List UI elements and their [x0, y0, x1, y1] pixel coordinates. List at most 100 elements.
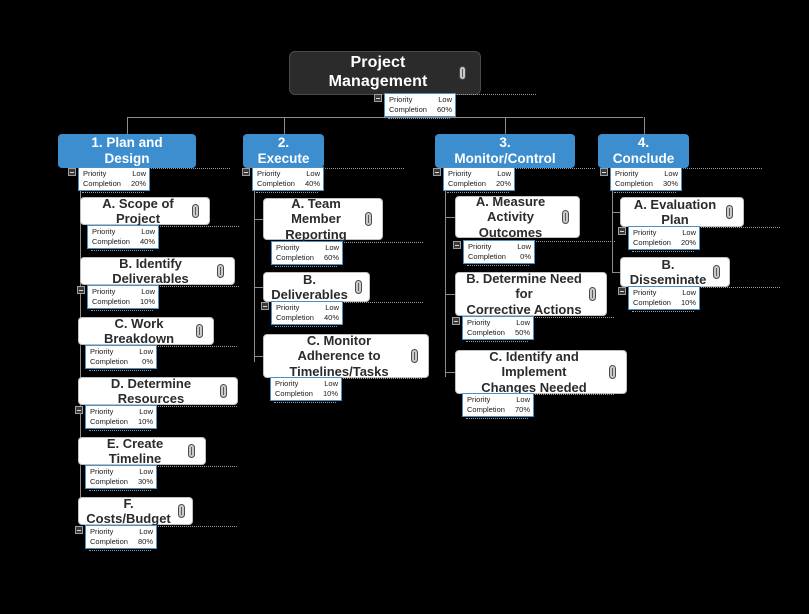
- b4-b-label: B. Disseminate: [629, 256, 707, 287]
- b1-b-meta[interactable]: Priority Low Completion 10%: [87, 285, 159, 309]
- b4-a-meta[interactable]: Priority Low Completion 20%: [628, 226, 700, 250]
- branch-4-collapse-toggle[interactable]: [600, 168, 608, 176]
- b1-a[interactable]: A. Scope of Project: [80, 196, 210, 226]
- b1-e-meta[interactable]: Priority Low Completion 30%: [85, 465, 157, 489]
- priority-value: Low: [132, 169, 146, 178]
- completion-label: Completion: [467, 328, 505, 337]
- branch-4-meta[interactable]: Priority Low Completion 30%: [610, 167, 682, 191]
- b4-b-meta-dots-bottom: [632, 311, 694, 312]
- b3-a-meta[interactable]: Priority Low Completion 0%: [463, 240, 535, 264]
- b2-b[interactable]: B. Deliverables: [263, 272, 370, 302]
- b1-c[interactable]: C. Work Breakdown: [78, 315, 214, 346]
- branch-2-meta[interactable]: Priority Low Completion 40%: [252, 167, 324, 191]
- branch-3-collapse-toggle[interactable]: [433, 168, 441, 176]
- completion-value: 40%: [304, 179, 320, 188]
- b1-f-meta[interactable]: Priority Low Completion 80%: [85, 525, 157, 549]
- branch-spine-1: [80, 191, 81, 518]
- priority-label: Priority: [92, 287, 116, 296]
- b2-b-collapse-toggle[interactable]: [261, 302, 269, 310]
- b4-b-meta[interactable]: Priority Low Completion 10%: [628, 286, 700, 310]
- b3-c[interactable]: C. Identify and Implement Changes Needed: [455, 349, 627, 395]
- branch-spine-4: [612, 191, 613, 272]
- priority-value: Low: [516, 318, 530, 327]
- b1-d-collapse-toggle[interactable]: [75, 406, 83, 414]
- priority-value: Low: [516, 395, 530, 404]
- b4-a-collapse-toggle[interactable]: [618, 227, 626, 235]
- root-node-label: Project Management: [328, 54, 428, 90]
- b3-a-collapse-toggle[interactable]: [453, 241, 461, 249]
- b2-a[interactable]: A. Team Member Reporting: [263, 196, 383, 242]
- branch-1-collapse-toggle[interactable]: [68, 168, 76, 176]
- completion-label: Completion: [90, 417, 128, 426]
- b4-b-collapse-toggle[interactable]: [618, 287, 626, 295]
- root-node-meta[interactable]: Priority Low Completion 60%: [384, 93, 456, 117]
- branch-2-meta-dots-bottom: [256, 192, 318, 193]
- b1-b[interactable]: B. Identify Deliverables: [80, 256, 235, 286]
- b4-b[interactable]: B. Disseminate: [620, 257, 730, 287]
- b1-f[interactable]: F. Costs/Budget: [78, 496, 193, 526]
- b3-b[interactable]: B. Determine Need for Corrective Actions: [455, 271, 607, 317]
- branch-1-priority-row: Priority Low: [83, 169, 146, 179]
- b1-f-collapse-toggle[interactable]: [75, 526, 83, 534]
- b2-b-meta[interactable]: Priority Low Completion 40%: [271, 301, 343, 325]
- b4-a-priority-row: Priority Low: [633, 228, 696, 238]
- b2-c[interactable]: C. Monitor Adherence to Timelines/Tasks: [263, 333, 429, 379]
- branch-4[interactable]: 4. Conclude: [598, 134, 689, 168]
- root-node-completion-row: Completion 60%: [389, 105, 452, 115]
- branch-3-label: 3. Monitor/Control: [454, 135, 556, 166]
- branch-1[interactable]: 1. Plan and Design: [58, 134, 196, 168]
- b2-a-completion-row: Completion 60%: [276, 253, 339, 263]
- b1-c-label: C. Work Breakdown: [103, 315, 175, 346]
- b2-b-label: B. Deliverables: [271, 271, 348, 302]
- priority-label: Priority: [276, 243, 300, 252]
- b1-f-completion-row: Completion 80%: [90, 537, 153, 547]
- paperclip-icon: [589, 287, 596, 301]
- b3-c-meta[interactable]: Priority Low Completion 70%: [462, 393, 534, 417]
- trunk-line: [127, 117, 643, 118]
- priority-label: Priority: [467, 395, 491, 404]
- branch-3[interactable]: 3. Monitor/Control: [435, 134, 575, 168]
- b2-a-priority-row: Priority Low: [276, 243, 339, 253]
- completion-value: 50%: [514, 328, 530, 337]
- completion-value: 0%: [142, 357, 153, 366]
- b3-c-completion-row: Completion 70%: [467, 405, 530, 415]
- b4-b-priority-row: Priority Low: [633, 288, 696, 298]
- branch-1-meta[interactable]: Priority Low Completion 20%: [78, 167, 150, 191]
- root-node[interactable]: Project Management: [289, 51, 481, 95]
- b1-d-meta[interactable]: Priority Low Completion 10%: [85, 405, 157, 429]
- b1-d[interactable]: D. Determine Resources: [78, 376, 238, 406]
- branch-4-priority-row: Priority Low: [615, 169, 678, 179]
- completion-value: 30%: [137, 477, 153, 486]
- b1-e-completion-row: Completion 30%: [90, 477, 153, 487]
- branch-stem-1: [127, 117, 128, 134]
- root-node-collapse-toggle[interactable]: [374, 94, 382, 102]
- completion-label: Completion: [90, 357, 128, 366]
- b2-a-meta[interactable]: Priority Low Completion 60%: [271, 241, 343, 265]
- b1-e[interactable]: E. Create Timeline: [78, 436, 206, 466]
- branch-2-collapse-toggle[interactable]: [242, 168, 250, 176]
- paperclip-icon: [713, 265, 721, 279]
- branch-3-meta[interactable]: Priority Low Completion 20%: [443, 167, 515, 191]
- b2-c-meta[interactable]: Priority Low Completion 10%: [270, 377, 342, 401]
- b4-b-completion-row: Completion 10%: [633, 298, 696, 308]
- completion-label: Completion: [92, 237, 130, 246]
- priority-value: Low: [517, 242, 531, 251]
- b3-b-collapse-toggle[interactable]: [452, 317, 460, 325]
- b3-b-meta[interactable]: Priority Low Completion 50%: [462, 316, 534, 340]
- b4-b-connector: [612, 272, 620, 273]
- completion-label: Completion: [92, 297, 130, 306]
- b2-b-priority-row: Priority Low: [276, 303, 339, 313]
- b1-a-meta[interactable]: Priority Low Completion 40%: [87, 225, 159, 249]
- b3-c-priority-row: Priority Low: [467, 395, 530, 405]
- b4-a-meta-dots-bottom: [632, 251, 694, 252]
- b3-a[interactable]: A. Measure Activity Outcomes: [455, 194, 580, 240]
- b2-b-meta-dots-bottom: [275, 326, 337, 327]
- paperclip-icon: [217, 264, 224, 278]
- b4-a[interactable]: A. Evaluation Plan: [620, 197, 744, 227]
- priority-value: Low: [682, 228, 696, 237]
- b1-b-meta-dots-bottom: [91, 310, 153, 311]
- b1-b-collapse-toggle[interactable]: [77, 286, 85, 294]
- branch-2[interactable]: 2. Execute: [243, 134, 324, 168]
- b1-f-priority-row: Priority Low: [90, 527, 153, 537]
- b1-c-meta[interactable]: Priority Low Completion 0%: [85, 345, 157, 369]
